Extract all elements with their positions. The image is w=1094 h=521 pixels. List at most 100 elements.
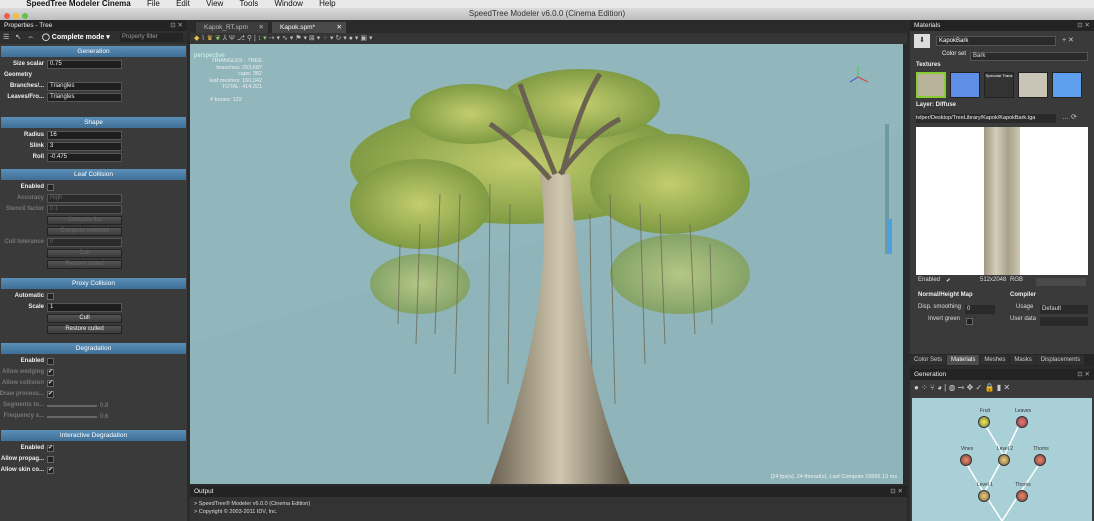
- delete-node-icon[interactable]: ✕: [1003, 383, 1010, 392]
- allow-propag-checkbox[interactable]: [47, 456, 54, 463]
- check-icon[interactable]: ✓: [976, 383, 983, 392]
- section-generation[interactable]: Generation: [1, 46, 186, 57]
- allow-collision-checkbox[interactable]: ✔: [47, 380, 54, 387]
- view-icon[interactable]: ▣ ▾: [360, 35, 372, 42]
- disp-smoothing-input[interactable]: 0: [965, 305, 995, 314]
- leaf-icon[interactable]: ❦: [215, 35, 221, 42]
- sphere-node-icon[interactable]: ●: [914, 383, 919, 392]
- grid-node-icon[interactable]: ⁘: [921, 383, 928, 392]
- camera-icon[interactable]: ◆: [194, 35, 199, 42]
- tab-kapok-rt[interactable]: Kapok_RT.spm ✕: [196, 22, 268, 33]
- grid-icon[interactable]: ⁘ ▾: [322, 35, 333, 42]
- mode-dropdown[interactable]: ◯ Complete mode ▾: [42, 34, 110, 41]
- diffuse-thumbnail[interactable]: [916, 72, 946, 98]
- tab-meshes[interactable]: Meshes: [980, 355, 1010, 365]
- property-filter-input[interactable]: Property filter: [120, 33, 183, 42]
- tab-kapok[interactable]: Kapok.spm* ✕: [272, 22, 346, 33]
- frond-icon[interactable]: Ψ: [229, 35, 235, 42]
- move-icon[interactable]: ↕ ▾: [258, 35, 267, 42]
- spine-icon[interactable]: ⌇: [201, 35, 204, 42]
- output-close-icon[interactable]: ⊡ ✕: [890, 486, 903, 497]
- panel-close-icon[interactable]: ⊡ ✕: [170, 20, 183, 31]
- cursor-icon[interactable]: ⚑ ▾: [295, 35, 307, 42]
- section-shape[interactable]: Shape: [1, 117, 186, 128]
- generation-close-icon[interactable]: ⊡ ✕: [1077, 369, 1090, 380]
- cull-tolerance-input[interactable]: 0: [47, 238, 122, 247]
- allow-wedging-checkbox[interactable]: ✔: [47, 369, 54, 376]
- zoom-window-icon[interactable]: [22, 13, 28, 19]
- node-level2[interactable]: [998, 454, 1010, 466]
- section-degradation[interactable]: Degradation: [1, 343, 186, 354]
- scale-input[interactable]: 1: [47, 303, 122, 312]
- menu-help[interactable]: Help: [319, 0, 335, 8]
- node-vines[interactable]: [960, 454, 972, 466]
- tab-materials[interactable]: Materials: [947, 355, 980, 365]
- radius-input[interactable]: 16: [47, 131, 122, 140]
- texture-extra-button[interactable]: [1036, 278, 1086, 286]
- hand-icon[interactable]: ⎇: [237, 35, 245, 42]
- node-fruit[interactable]: [978, 416, 990, 428]
- leaf-cull-button[interactable]: Cull: [47, 249, 122, 258]
- branch-icon[interactable]: ⅄: [223, 35, 227, 42]
- materials-close-icon[interactable]: ⊡ ✕: [1077, 20, 1090, 31]
- menu-file[interactable]: File: [147, 0, 160, 8]
- swap-icon[interactable]: ⇔: [27, 34, 34, 41]
- sphere-icon[interactable]: ● ▾: [349, 35, 359, 42]
- user-data-input[interactable]: [1040, 317, 1088, 326]
- material-select[interactable]: KapokBark: [936, 36, 1056, 46]
- texture-enabled-checkbox[interactable]: ✔: [946, 277, 951, 284]
- size-scalar-input[interactable]: 0.75: [47, 60, 122, 69]
- close-window-icon[interactable]: [4, 13, 10, 19]
- normal-thumbnail[interactable]: [950, 72, 980, 98]
- section-leaf-collision[interactable]: Leaf Collision: [1, 169, 186, 180]
- specular-thumbnail[interactable]: Specular Trans: [984, 72, 1014, 98]
- node-level1[interactable]: [978, 490, 990, 502]
- frequency-slider[interactable]: [47, 416, 97, 418]
- proxy-restore-button[interactable]: Restore culled: [47, 325, 122, 334]
- stencil-input[interactable]: 0.1: [47, 205, 122, 214]
- tab-masks[interactable]: Masks: [1010, 355, 1036, 365]
- menu-edit[interactable]: Edit: [176, 0, 190, 8]
- browse-icon[interactable]: … ⟳: [1062, 113, 1077, 121]
- tab-color-sets[interactable]: Color Sets: [910, 355, 947, 365]
- minimize-window-icon[interactable]: [13, 13, 19, 19]
- allow-skin-checkbox[interactable]: ✔: [47, 467, 54, 474]
- section-interactive-degradation[interactable]: Interactive Degradation: [1, 430, 186, 441]
- arrow-icon[interactable]: ⇢ ▾: [269, 35, 280, 42]
- viewport-3d[interactable]: perspective TRIANGLES - TREE branches: 2…: [190, 44, 903, 484]
- branch-node-icon[interactable]: ⑂: [930, 383, 935, 392]
- slink-input[interactable]: 3: [47, 142, 122, 151]
- app-menu[interactable]: SpeedTree Modeler Cinema: [26, 0, 130, 8]
- proxy-cull-button[interactable]: Cull: [47, 314, 122, 323]
- compute-list-button[interactable]: Compute list: [47, 216, 122, 225]
- list-icon[interactable]: ☰: [3, 34, 9, 41]
- toggle-icon[interactable]: ▮: [997, 383, 1001, 392]
- lock-icon[interactable]: 🔒: [984, 383, 994, 392]
- node-thorns2[interactable]: [1016, 490, 1028, 502]
- segments-slider[interactable]: [47, 405, 97, 407]
- accuracy-select[interactable]: High: [47, 194, 122, 203]
- branches-select[interactable]: Triangles: [47, 82, 122, 91]
- close-tab-icon[interactable]: ✕: [337, 22, 342, 33]
- leaves-select[interactable]: Triangles: [47, 93, 122, 102]
- compute-selected-button[interactable]: Compute selected: [47, 227, 122, 236]
- fruit-node-icon[interactable]: ◕: [937, 383, 942, 392]
- material-add-icon[interactable]: + ✕: [1062, 36, 1074, 44]
- detail-thumbnail[interactable]: [1018, 72, 1048, 98]
- node-graph[interactable]: Fruit Leaves Vines Level 2 Thorns Level …: [912, 398, 1092, 521]
- material-swatch-icon[interactable]: ⬇: [914, 34, 930, 48]
- menu-window[interactable]: Window: [274, 0, 302, 8]
- menu-view[interactable]: View: [206, 0, 223, 8]
- color-set-select[interactable]: Bark: [970, 52, 1088, 61]
- leaf-restore-button[interactable]: Restore culled: [47, 260, 122, 269]
- detail-normal-thumbnail[interactable]: [1052, 72, 1082, 98]
- globe-node-icon[interactable]: ◍: [948, 383, 955, 392]
- section-proxy-collision[interactable]: Proxy Collision: [1, 278, 186, 289]
- invert-green-checkbox[interactable]: [966, 318, 973, 325]
- move-node-icon[interactable]: ✥: [967, 383, 974, 392]
- node-thorns[interactable]: [1034, 454, 1046, 466]
- roll-input[interactable]: -0.475: [47, 153, 122, 162]
- tab-displacements[interactable]: Displacements: [1036, 355, 1085, 365]
- rotate-icon[interactable]: ↻ ▾: [335, 35, 346, 42]
- int-enabled-checkbox[interactable]: ✔: [47, 445, 54, 452]
